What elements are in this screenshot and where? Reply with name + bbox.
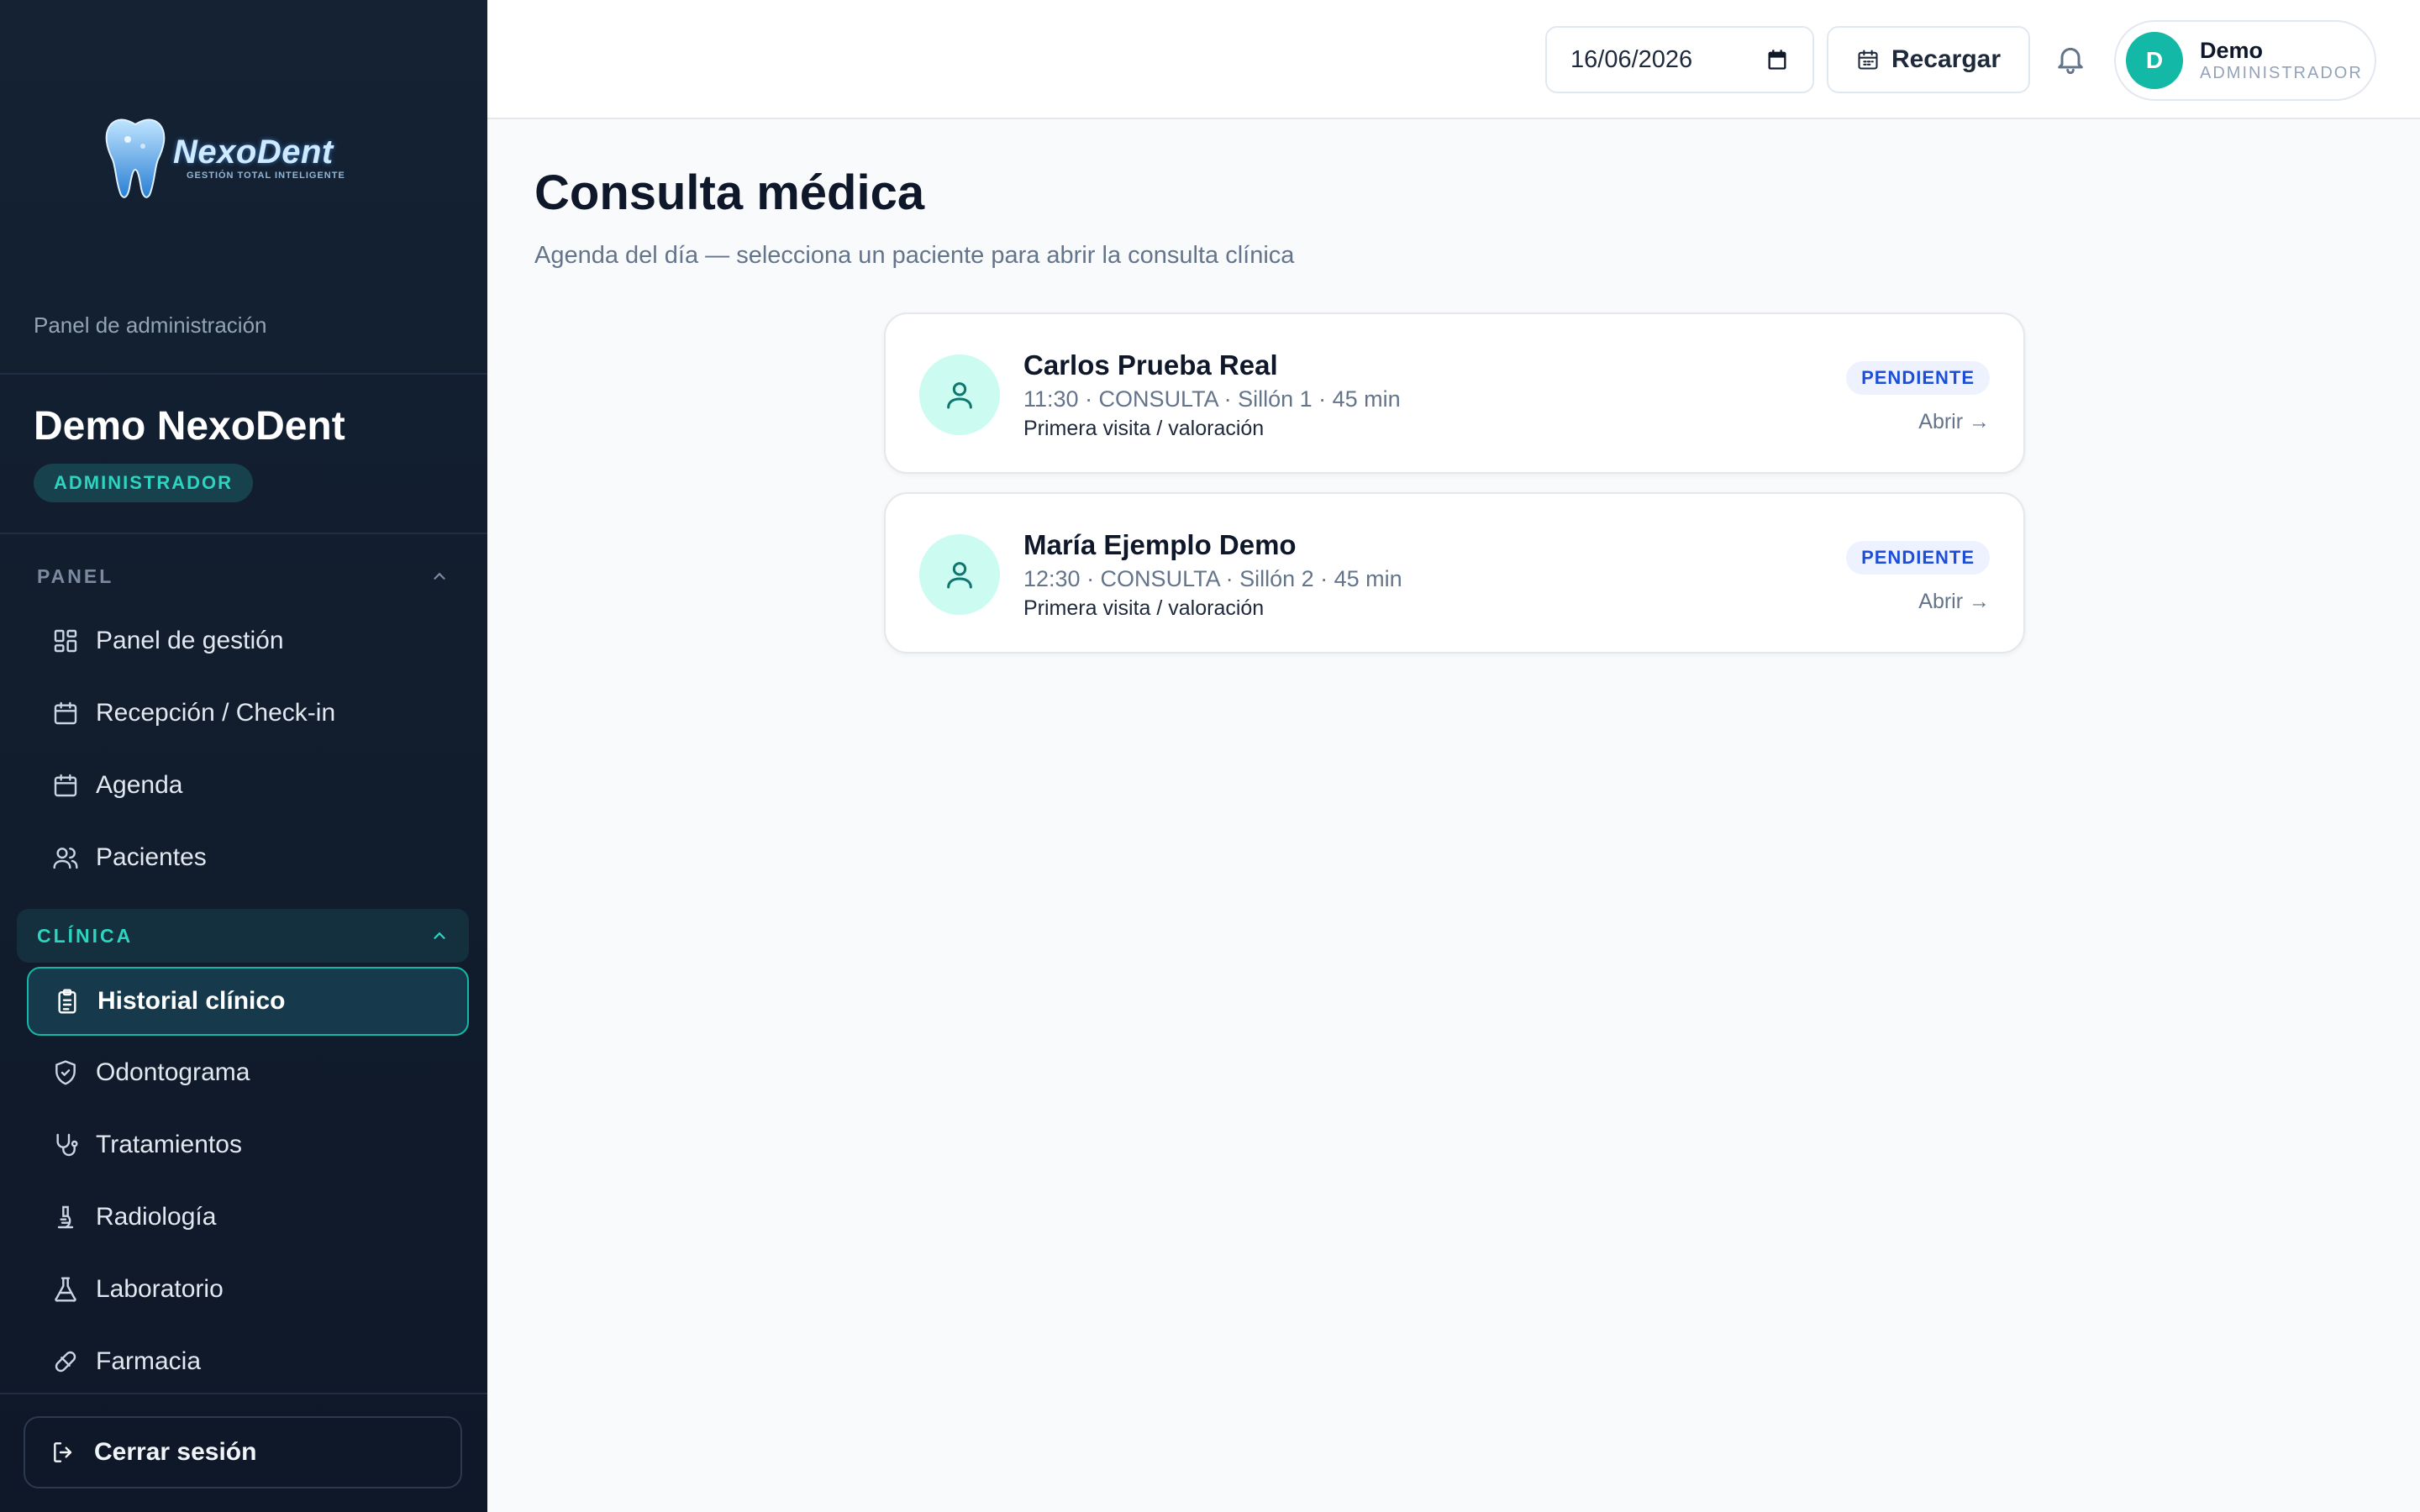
calendar-icon bbox=[54, 774, 77, 797]
avatar: D bbox=[2126, 32, 2183, 89]
patient-avatar bbox=[919, 534, 1000, 615]
sidebar-item-label: Radiología bbox=[96, 1203, 217, 1231]
stethoscope-icon bbox=[56, 1133, 78, 1157]
sidebar-item-label: Pacientes bbox=[96, 843, 207, 871]
sidebar-divider bbox=[0, 533, 487, 534]
sidebar: NexoDent GESTIÓN TOTAL INTELIGENTE Panel… bbox=[0, 0, 487, 1512]
open-link[interactable]: Abrir → bbox=[1918, 410, 1990, 434]
user-role: ADMINISTRADOR bbox=[2200, 64, 2363, 82]
sidebar-item-label: Historial clínico bbox=[97, 987, 286, 1015]
page-subtitle: Agenda del día — selecciona un paciente … bbox=[534, 242, 1295, 269]
appointment-card[interactable]: Carlos Prueba Real 11:30 · CONSULTA · Si… bbox=[884, 312, 2025, 474]
sidebar-item-agenda[interactable]: Agenda bbox=[27, 752, 469, 819]
logout-label: Cerrar sesión bbox=[94, 1438, 257, 1466]
calendar-icon bbox=[1858, 50, 1878, 70]
top-bar: 16/06/2026 Recargar D Demo ADMINISTRADOR bbox=[487, 0, 2420, 119]
clipboard-icon bbox=[58, 989, 76, 1014]
date-picker[interactable]: 16/06/2026 bbox=[1545, 26, 1814, 93]
appointment-reason: Primera visita / valoración bbox=[1023, 417, 1265, 440]
status-badge: PENDIENTE bbox=[1846, 361, 1990, 395]
sidebar-item-label: Agenda bbox=[96, 771, 183, 799]
sidebar-item-laboratorio[interactable]: Laboratorio bbox=[27, 1256, 469, 1323]
sidebar-item-odontograma[interactable]: Odontograma bbox=[27, 1039, 469, 1106]
sidebar-item-label: Tratamientos bbox=[96, 1131, 242, 1158]
sidebar-item-label: Panel de gestión bbox=[96, 627, 284, 654]
section-toggle-clinica[interactable]: CLÍNICA bbox=[17, 909, 469, 963]
user-icon bbox=[947, 382, 972, 409]
logout-button[interactable]: Cerrar sesión bbox=[24, 1416, 462, 1488]
sidebar-item-label: Laboratorio bbox=[96, 1275, 224, 1303]
sidebar-item-label: Farmacia bbox=[96, 1347, 202, 1375]
chevron-up-icon bbox=[434, 932, 445, 939]
sidebar-divider bbox=[0, 1393, 487, 1394]
section-label: CLÍNICA bbox=[37, 924, 134, 947]
shield-icon bbox=[55, 1060, 76, 1085]
sidebar-item-radiologia[interactable]: Radiología bbox=[27, 1184, 469, 1251]
microscope-icon bbox=[57, 1205, 74, 1229]
appointment-meta: 12:30 · CONSULTA · Sillón 2 · 45 min bbox=[1023, 566, 1402, 591]
sidebar-item-recepcion[interactable]: Recepción / Check-in bbox=[27, 680, 469, 747]
open-link[interactable]: Abrir → bbox=[1918, 590, 1990, 614]
brand-tagline: GESTIÓN TOTAL INTELIGENTE bbox=[187, 171, 345, 181]
logout-icon bbox=[54, 1442, 72, 1462]
brand-logo: NexoDent GESTIÓN TOTAL INTELIGENTE bbox=[103, 116, 345, 200]
patient-name: María Ejemplo Demo bbox=[1023, 529, 1297, 560]
reload-button[interactable]: Recargar bbox=[1827, 26, 2030, 93]
patient-name: Carlos Prueba Real bbox=[1023, 349, 1278, 381]
appointment-reason: Primera visita / valoración bbox=[1023, 596, 1265, 620]
section-label: PANEL bbox=[37, 564, 114, 587]
users-icon bbox=[53, 848, 78, 869]
date-value: 16/06/2026 bbox=[1570, 45, 1693, 73]
brand-name: NexoDent bbox=[173, 134, 334, 171]
calendar-picker-icon[interactable] bbox=[1765, 48, 1789, 71]
user-icon bbox=[947, 562, 972, 589]
bell-icon[interactable] bbox=[2054, 42, 2087, 76]
appointment-meta: 11:30 · CONSULTA · Sillón 1 · 45 min bbox=[1023, 386, 1401, 412]
appointment-card[interactable]: María Ejemplo Demo 12:30 · CONSULTA · Si… bbox=[884, 492, 2025, 654]
tooth-logo-icon bbox=[105, 118, 166, 198]
reload-label: Recargar bbox=[1891, 45, 2002, 73]
user-name: Demo bbox=[2200, 38, 2264, 63]
sidebar-item-label: Odontograma bbox=[96, 1058, 250, 1086]
sidebar-divider bbox=[0, 373, 487, 375]
section-toggle-panel[interactable]: PANEL bbox=[17, 549, 469, 603]
role-badge: ADMINISTRADOR bbox=[34, 464, 253, 502]
flask-icon bbox=[55, 1277, 76, 1302]
sidebar-item-pacientes[interactable]: Pacientes bbox=[27, 824, 469, 891]
panel-caption: Panel de administración bbox=[34, 312, 267, 338]
sidebar-item-tratamientos[interactable]: Tratamientos bbox=[27, 1111, 469, 1179]
sidebar-item-panel-de-gestion[interactable]: Panel de gestión bbox=[27, 607, 469, 675]
dashboard-icon bbox=[54, 629, 77, 653]
sidebar-item-label: Recepción / Check-in bbox=[96, 699, 336, 727]
sidebar-item-farmacia[interactable]: Farmacia bbox=[27, 1328, 469, 1395]
pill-icon bbox=[55, 1351, 76, 1373]
sidebar-user-name: Demo NexoDent bbox=[34, 404, 345, 449]
sidebar-item-historial-clinico[interactable]: Historial clínico bbox=[27, 967, 469, 1036]
page-title: Consulta médica bbox=[534, 165, 925, 220]
user-menu[interactable]: D Demo ADMINISTRADOR bbox=[2114, 20, 2376, 101]
status-badge: PENDIENTE bbox=[1846, 541, 1990, 575]
patient-avatar bbox=[919, 354, 1000, 435]
calendar-icon bbox=[54, 701, 77, 725]
chevron-up-icon bbox=[434, 572, 445, 580]
